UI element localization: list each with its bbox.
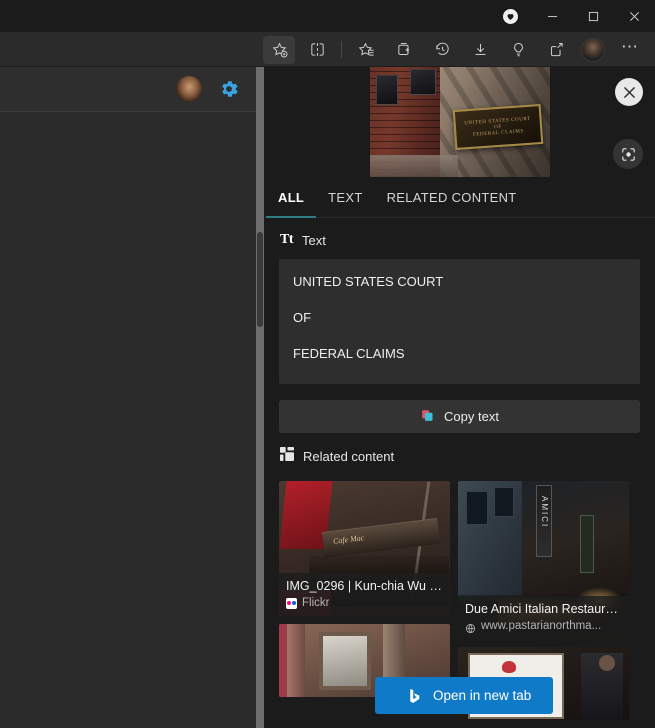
text-section-heading: Text [302,232,326,248]
visual-search-tabs: ALL TEXT RELATED CONTENT [264,177,655,218]
text-tt-icon: Tt [280,232,294,247]
more-options-icon[interactable]: ⋯ [614,36,646,64]
browser-toolbar: ⋯ [0,32,655,67]
profile-avatar[interactable] [581,37,605,62]
extracted-text-box[interactable]: UNITED STATES COURT OF FEDERAL CLAIMS [279,259,640,384]
extracted-text-line: OF [293,310,312,325]
copy-text-button[interactable]: Copy text [279,400,640,433]
related-card-source: www.pastarianorthma... [465,620,622,633]
downloads-icon[interactable] [464,36,496,64]
related-content-header: Related content [264,433,655,475]
tab-related-content[interactable]: RELATED CONTENT [375,177,529,218]
collections-icon[interactable] [388,36,420,64]
tab-related-content-label: RELATED CONTENT [386,189,517,205]
related-card-title: IMG_0296 | Kun-chia Wu | ... [286,579,443,593]
related-card[interactable]: AMICI Due Amici Italian Restaura... www.… [458,481,629,639]
window-controls [532,0,655,32]
page-header-bar [0,67,256,112]
plaque-line-3: FEDERAL CLAIMS [472,128,524,138]
related-card-title: Due Amici Italian Restaura... [465,602,622,616]
hero-region: UNITED STATES COURT OF FEDERAL CLAIMS [264,67,655,177]
globe-favicon-icon [465,621,476,633]
toolbar-divider [341,41,342,58]
related-card-meta: Due Amici Italian Restaura... www.pastar… [458,596,629,639]
plaque-graphic: UNITED STATES COURT OF FEDERAL CLAIMS [452,103,544,151]
tab-text-label: TEXT [328,189,363,205]
maximize-icon[interactable] [573,0,614,32]
related-card-meta: IMG_0296 | Kun-chia Wu | ... Flickr [279,573,450,616]
avatar[interactable] [176,76,202,102]
source-image-thumbnail[interactable]: UNITED STATES COURT OF FEDERAL CLAIMS [370,67,550,177]
copy-text-button-label: Copy text [444,409,499,424]
history-icon[interactable] [426,36,458,64]
bing-icon [405,687,423,705]
related-card-source-name: Flickr [302,597,330,609]
share-icon[interactable] [540,36,572,64]
open-in-new-tab-label: Open in new tab [433,688,532,703]
visual-search-panel: UNITED STATES COURT OF FEDERAL CLAIMS AL… [264,67,655,728]
add-favorite-icon[interactable] [263,35,295,64]
toolbar-icon-group: ⋯ [260,32,649,67]
related-card[interactable]: Cafe Mac IMG_0296 | Kun-chia Wu | ... Fl… [279,481,450,616]
copy-icon [420,408,435,426]
related-card-source: Flickr [286,597,443,609]
scrollbar-thumb[interactable] [257,232,263,327]
tips-lightbulb-icon[interactable] [502,36,534,64]
ellipsis-glyph: ⋯ [621,37,639,56]
tab-all-label: ALL [278,189,305,205]
plaque-line-2: OF [494,124,502,130]
gear-icon[interactable] [218,78,240,100]
browser-window: ⋯ UNITED STATES COURT OF FEDERAL CLAIMS … [0,0,655,728]
favorites-icon[interactable] [350,36,382,64]
visual-search-icon[interactable] [613,139,643,169]
tab-text[interactable]: TEXT [316,177,374,218]
rewards-heart-icon[interactable] [503,9,518,24]
tab-all[interactable]: ALL [266,177,317,218]
title-bar [0,0,655,32]
web-page-content [0,67,264,728]
extracted-text-line: FEDERAL CLAIMS [293,346,405,361]
related-content-grid-icon [280,447,294,466]
flickr-favicon-icon [286,597,297,609]
extracted-text-line: UNITED STATES COURT [293,274,444,289]
related-content-heading: Related content [303,449,395,464]
close-icon[interactable] [615,78,643,106]
page-body [0,113,256,728]
related-card-source-name: www.pastarianorthma... [481,620,602,632]
open-in-new-tab-tooltip[interactable]: Open in new tab [375,677,553,714]
minimize-icon[interactable] [532,0,573,32]
split-screen-icon[interactable] [301,36,333,64]
close-icon[interactable] [614,0,655,32]
page-scrollbar[interactable] [256,67,264,728]
text-section-header: Tt Text [264,218,655,257]
